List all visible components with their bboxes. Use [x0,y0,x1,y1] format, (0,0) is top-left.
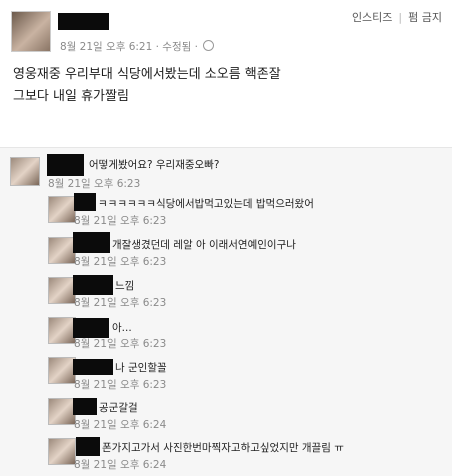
reply-avatar[interactable] [48,196,76,223]
comment-time[interactable]: 8월 21일 오후 6:23 [48,176,140,191]
post-meta: 8월 21일 오후 6:21 · 수정됨 · [60,39,214,54]
reply-time[interactable]: 8월 21일 오후 6:23 [74,336,166,351]
redacted-poster-name [58,13,109,30]
reply-avatar[interactable] [48,237,76,264]
redacted-commenter [76,437,100,456]
post-edited: · 수정됨 · [155,41,198,53]
header-links: 인스티즈 | 펌 금지 [351,11,442,24]
redacted-commenter [73,359,113,375]
post-line-1: 영웅재중 우리부대 식당에서봤는데 소오름 핵존잘 [13,67,281,82]
instiz-link[interactable]: 인스티즈 [352,11,392,24]
post-time[interactable]: 8월 21일 오후 6:21 [60,41,152,53]
reply-avatar[interactable] [48,438,76,465]
redacted-commenter [73,318,109,338]
post-line-2: 그보다 내일 휴가짤림 [13,89,129,104]
reply-avatar[interactable] [48,317,76,344]
comment-text: 어떻게봤어요? 우리재중오빠? [89,159,220,171]
reply-avatar[interactable] [48,277,76,304]
reply-text: 나 군인할꼴 [115,362,167,374]
reply-time[interactable]: 8월 21일 오후 6:23 [74,377,166,392]
reply-text: 아... [112,322,132,334]
reply-time[interactable]: 8월 21일 오후 6:23 [74,295,166,310]
reply-time[interactable]: 8월 21일 오후 6:24 [74,417,166,432]
globe-icon [202,40,214,51]
reply-text: 개잘생겼던데 레알 아 이래서연예인이구나 [112,239,296,251]
redacted-commenter [73,275,113,295]
reply-time[interactable]: 8월 21일 오후 6:23 [74,254,166,269]
no-repost-label: 펌 금지 [408,11,442,24]
comment-avatar[interactable] [10,157,40,186]
reply-text: ㅋㅋㅋㅋㅋㅋ식당에서밥먹고있는데 밥먹으러왔어 [98,198,314,210]
post-body: 영웅재중 우리부대 식당에서봤는데 소오름 핵존잘 그보다 내일 휴가짤림 [13,64,281,108]
reply-text: 폰가지고가서 사진한번마찍자고하고싶었지만 개끌림 ㅠ [102,442,344,454]
reply-avatar[interactable] [48,398,76,425]
poster-avatar[interactable] [11,11,51,52]
redacted-commenter [73,232,110,253]
reply-time[interactable]: 8월 21일 오후 6:23 [74,213,166,228]
redacted-commenter [73,398,97,415]
reply-avatar[interactable] [48,357,76,384]
reply-text: 공군갈걸 [99,402,138,414]
reply-text: 느낌 [115,280,135,292]
reply-time[interactable]: 8월 21일 오후 6:24 [74,457,166,472]
redacted-commenter [47,154,84,176]
redacted-commenter [74,193,96,211]
